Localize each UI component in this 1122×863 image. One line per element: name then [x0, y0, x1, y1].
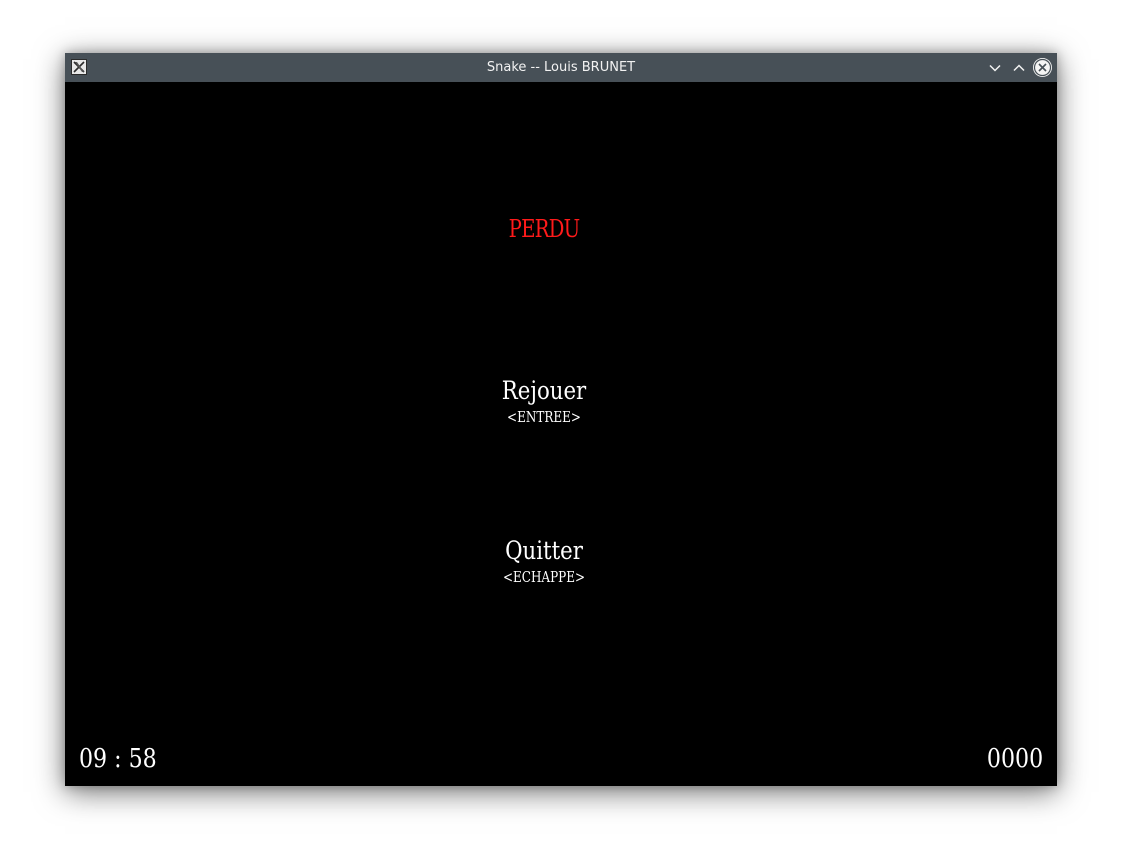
game-canvas[interactable]: PERDU Rejouer <ENTREE> Quitter <ECHAPPE>… — [65, 82, 1057, 786]
game-over-text: PERDU — [508, 215, 581, 243]
timer: 09 : 58 — [79, 744, 157, 774]
replay-option[interactable]: Rejouer — [137, 376, 951, 405]
quit-key-hint: <ECHAPPE> — [502, 568, 586, 586]
maximize-button[interactable] — [1009, 58, 1028, 77]
chevron-up-icon — [1012, 63, 1025, 71]
title-bar[interactable]: Snake -- Louis BRUNET — [65, 53, 1057, 82]
replay-key-hint: <ENTREE> — [507, 408, 581, 426]
score: 0000 — [986, 744, 1043, 774]
quit-option[interactable]: Quitter — [137, 536, 951, 565]
window-title: Snake -- Louis BRUNET — [486, 60, 636, 75]
app-window: Snake -- Louis BRUNET PERDU Rejouer <ENT… — [65, 53, 1057, 786]
minimize-button[interactable] — [985, 58, 1004, 77]
close-button[interactable] — [1033, 58, 1052, 77]
close-icon — [1033, 58, 1052, 77]
chevron-down-icon — [988, 64, 1001, 72]
